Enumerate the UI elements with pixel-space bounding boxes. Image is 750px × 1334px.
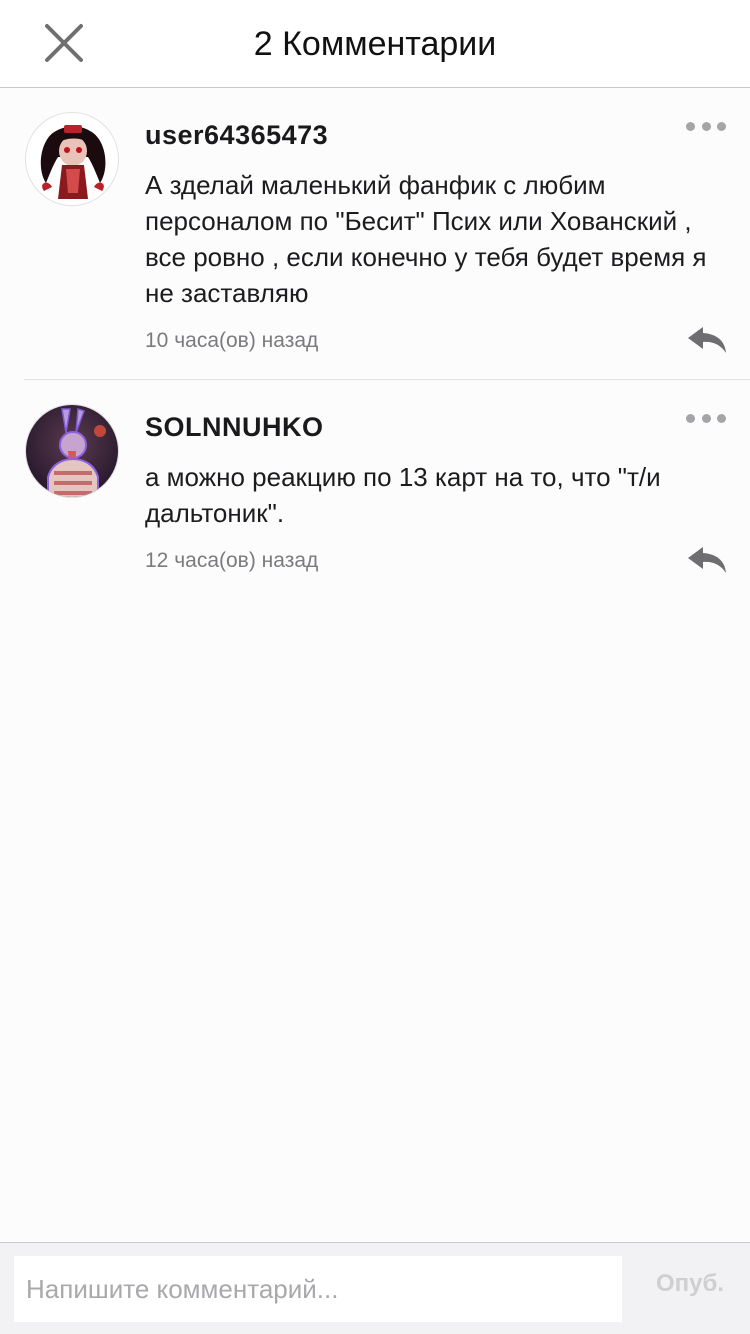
reply-arrow-icon [688,547,726,573]
user-avatar[interactable] [25,404,119,498]
reply-arrow-icon [688,327,726,353]
reply-button[interactable] [686,325,728,355]
comment-text: а можно реакцию по 13 карт на то, что "т… [145,462,661,528]
more-dot [717,413,726,423]
more-dot [686,413,695,423]
comment-item: user64365473 А зделай маленький фанфик с… [0,89,750,380]
publish-button[interactable]: Опуб. [656,1270,724,1298]
more-options-button[interactable] [686,411,726,425]
page-title: 2 Комментарии [253,25,497,63]
more-options-button[interactable] [686,119,726,133]
comment-item: SOLNNUHKO а можно реакцию по 13 карт на … [0,380,750,590]
reply-button[interactable] [686,545,728,575]
comment-username[interactable]: SOLNNUHKO [145,412,324,443]
avatar-image [26,113,118,205]
comment-text: А зделай маленький фанфик с любим персон… [145,170,707,308]
more-dot [717,121,726,131]
comment-timestamp: 10 часа(ов) назад [145,329,319,352]
avatar-image [26,405,118,497]
app-header: 2 Комментарии [0,0,750,88]
user-avatar[interactable] [25,112,119,206]
comment-timestamp: 12 часа(ов) назад [145,549,319,572]
comment-username[interactable]: user64365473 [145,120,328,151]
comment-input[interactable] [14,1256,622,1322]
comment-list: user64365473 А зделай маленький фанфик с… [0,89,750,590]
more-dot [701,413,711,423]
compose-bar: Опуб. [0,1242,750,1334]
more-dot [686,121,695,131]
more-dot [701,121,711,131]
